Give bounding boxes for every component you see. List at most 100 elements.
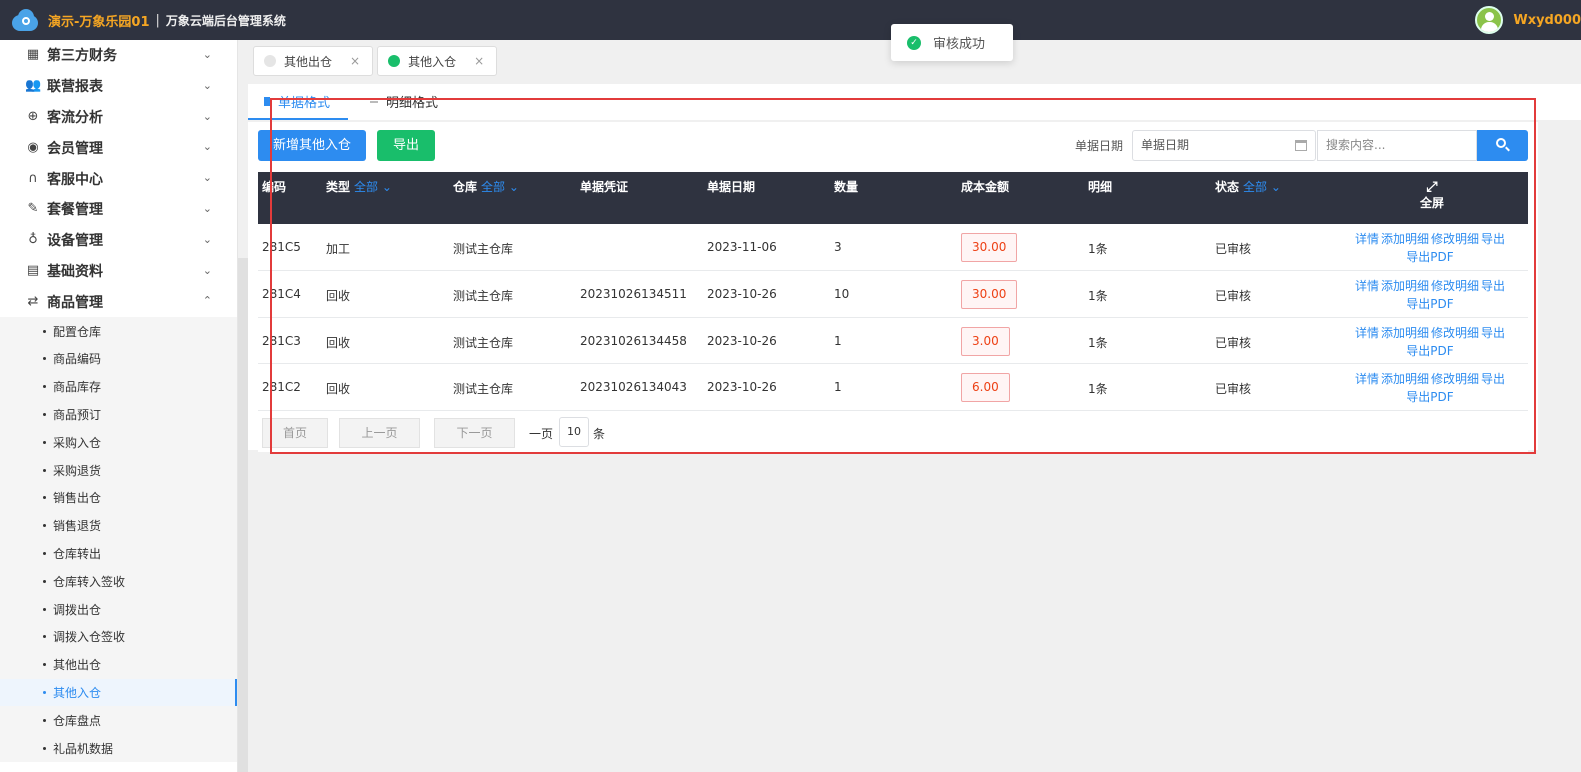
row-actions: 详情 添加明细 修改明细 导出导出PDF: [1340, 324, 1520, 360]
action-edit-detail-link[interactable]: 修改明细: [1431, 232, 1479, 246]
bullet-icon: [43, 690, 46, 694]
chevron-down-icon[interactable]: ⌄: [203, 110, 212, 123]
system-name: 万象云端后台管理系统: [165, 13, 286, 28]
submenu-item[interactable]: 礼品机数据: [0, 734, 237, 762]
user-menu[interactable]: Wxyd000: [1475, 6, 1581, 34]
cell-type: 回收: [326, 382, 351, 397]
action-edit-detail-link[interactable]: 修改明细: [1431, 279, 1479, 293]
chevron-up-icon[interactable]: ⌃: [203, 294, 212, 307]
warehouse-filter-dropdown[interactable]: 全部 ⌄: [481, 180, 519, 194]
status-filter-dropdown[interactable]: 全部 ⌄: [1243, 180, 1281, 194]
action-export-link[interactable]: 导出: [1481, 372, 1505, 386]
search-input[interactable]: 搜索内容...: [1317, 130, 1477, 161]
submenu-item[interactable]: 调拨出仓: [0, 595, 237, 623]
table-row: 281C2 回收 测试主仓库 20231026134043 2023-10-26 1 1条 已…: [258, 364, 1528, 412]
first-page-button[interactable]: 首页: [262, 418, 328, 448]
tab-document-format[interactable]: 单据格式: [264, 92, 330, 111]
sidebar-item-label: 第三方财务: [47, 48, 117, 65]
cell-voucher: 20231026134511: [580, 286, 687, 301]
calendar-icon[interactable]: [1295, 140, 1307, 151]
submenu-item[interactable]: 商品库存: [0, 373, 237, 401]
action-export-link[interactable]: 导出: [1481, 279, 1505, 293]
action-detail-link[interactable]: 详情: [1355, 232, 1379, 246]
action-detail-link[interactable]: 详情: [1355, 326, 1379, 340]
chevron-down-icon[interactable]: ⌄: [203, 264, 212, 277]
action-detail-link[interactable]: 详情: [1355, 372, 1379, 386]
sidebar-item[interactable]: ∩ 客服中心 ⌄: [0, 163, 237, 194]
chevron-down-icon[interactable]: ⌄: [203, 233, 212, 246]
submenu-item-label: 采购入仓: [53, 435, 102, 450]
sidebar-item[interactable]: 👥 联营报表 ⌄: [0, 71, 237, 102]
main-content: 其他出仓 × 其他入仓 × 单据格式 明细格式 新增其他入仓 导出 单据日期 单据日期…: [248, 40, 1581, 772]
action-export-pdf-link[interactable]: 导出PDF: [1406, 297, 1453, 311]
add-other-inbound-button[interactable]: 新增其他入仓: [258, 130, 366, 161]
submenu-item[interactable]: 销售出仓: [0, 484, 237, 512]
action-add-detail-link[interactable]: 添加明细: [1381, 232, 1429, 246]
action-export-link[interactable]: 导出: [1481, 232, 1505, 246]
bullet-icon: [43, 385, 46, 389]
chevron-down-icon[interactable]: ⌄: [203, 79, 212, 92]
search-button[interactable]: [1477, 130, 1528, 161]
chevron-down-icon[interactable]: ⌄: [203, 171, 212, 184]
table-row: 281C4 回收 测试主仓库 20231026134511 2023-10-26 10 1条…: [258, 270, 1528, 318]
close-icon[interactable]: ×: [350, 54, 360, 68]
action-export-pdf-link[interactable]: 导出PDF: [1406, 344, 1453, 358]
tab-detail-format[interactable]: 明细格式: [370, 92, 438, 111]
submenu-item[interactable]: 采购入仓: [0, 428, 237, 456]
page-tab[interactable]: 其他入仓 ×: [377, 46, 498, 76]
submenu-item[interactable]: 仓库盘点: [0, 706, 237, 734]
sidebar-item-label: 客流分析: [47, 109, 103, 126]
action-export-link[interactable]: 导出: [1481, 326, 1505, 340]
chevron-down-icon[interactable]: ⌄: [203, 48, 212, 61]
page-tab[interactable]: 其他出仓 ×: [253, 46, 374, 76]
per-page-input[interactable]: 10: [559, 417, 589, 447]
submenu-item[interactable]: 调拨入仓签收: [0, 623, 237, 651]
action-add-detail-link[interactable]: 添加明细: [1381, 326, 1429, 340]
submenu-item[interactable]: 仓库转出: [0, 540, 237, 568]
action-detail-link[interactable]: 详情: [1355, 279, 1379, 293]
submenu-item-label: 仓库转出: [53, 546, 102, 561]
edit-icon: ✎: [27, 201, 39, 217]
submenu-item[interactable]: 商品编码: [0, 345, 237, 373]
stethoscope-icon: ♁: [28, 232, 38, 248]
submenu-item[interactable]: 配置仓库: [0, 317, 237, 345]
sidebar-scrollbar[interactable]: [238, 258, 248, 772]
action-edit-detail-link[interactable]: 修改明细: [1431, 372, 1479, 386]
chevron-down-icon[interactable]: ⌄: [203, 140, 212, 153]
type-filter-dropdown[interactable]: 全部 ⌄: [354, 180, 392, 194]
sidebar-item[interactable]: ⇄ 商品管理 ⌃: [0, 286, 237, 317]
sidebar-item-label: 会员管理: [47, 140, 103, 157]
export-button[interactable]: 导出: [377, 130, 435, 161]
next-page-button[interactable]: 下一页: [434, 418, 515, 448]
user-icon: ◉: [27, 139, 39, 155]
sidebar-item[interactable]: ▤ 基础资料 ⌄: [0, 256, 237, 287]
submenu-item[interactable]: 采购退货: [0, 456, 237, 484]
cell-type: 回收: [326, 335, 351, 350]
submenu-item[interactable]: 仓库转入签收: [0, 567, 237, 595]
action-export-pdf-link[interactable]: 导出PDF: [1406, 390, 1453, 404]
sidebar-item[interactable]: ◉ 会员管理 ⌄: [0, 132, 237, 163]
cell-warehouse: 测试主仓库: [453, 288, 514, 303]
page-tab-label: 其他入仓: [408, 54, 457, 69]
sidebar-item[interactable]: ♁ 设备管理 ⌄: [0, 225, 237, 256]
action-add-detail-link[interactable]: 添加明细: [1381, 279, 1429, 293]
fullscreen-button[interactable]: ⤢ 全屏: [1418, 180, 1446, 211]
close-icon[interactable]: ×: [474, 54, 484, 68]
page-tabs: 其他出仓 × 其他入仓 ×: [253, 46, 501, 76]
avatar[interactable]: [1475, 6, 1504, 34]
prev-page-button[interactable]: 上一页: [339, 418, 420, 448]
submenu-item[interactable]: 商品预订: [0, 401, 237, 429]
action-edit-detail-link[interactable]: 修改明细: [1431, 326, 1479, 340]
col-warehouse: 仓库 全部 ⌄: [453, 178, 519, 195]
action-export-pdf-link[interactable]: 导出PDF: [1406, 250, 1453, 264]
sidebar-item[interactable]: ✎ 套餐管理 ⌄: [0, 194, 237, 225]
username[interactable]: Wxyd000: [1513, 13, 1581, 28]
chevron-down-icon[interactable]: ⌄: [203, 202, 212, 215]
submenu-item[interactable]: 其他入仓: [0, 678, 237, 707]
date-filter-input[interactable]: 单据日期: [1132, 130, 1316, 161]
sidebar-item[interactable]: ▦ 第三方财务 ⌄: [0, 40, 237, 71]
action-add-detail-link[interactable]: 添加明细: [1381, 372, 1429, 386]
submenu-item[interactable]: 其他出仓: [0, 651, 237, 679]
sidebar-item[interactable]: ⊕ 客流分析 ⌄: [0, 102, 237, 133]
submenu-item[interactable]: 销售退货: [0, 512, 237, 540]
